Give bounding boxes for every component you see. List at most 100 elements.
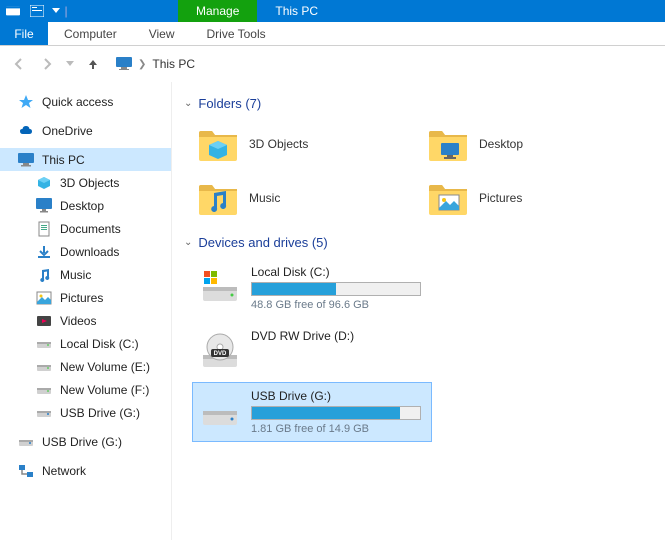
drive-item-dvd-rw-drive-d-[interactable]: DVD DVD RW Drive (D:) <box>192 322 432 378</box>
drive-name: USB Drive (G:) <box>251 389 425 403</box>
file-tab[interactable]: File <box>0 22 48 45</box>
drive-capacity-bar <box>251 282 421 296</box>
ribbon-tabs: File Computer View Drive Tools <box>0 22 665 46</box>
folder-label: Desktop <box>479 137 523 151</box>
3d-folder-icon <box>197 123 239 165</box>
folders-header-text: Folders (7) <box>198 96 261 111</box>
folder-item-music[interactable]: Music <box>192 173 412 223</box>
doc-icon <box>36 221 52 237</box>
folder-item-desktop[interactable]: Desktop <box>422 119 642 169</box>
folder-label: 3D Objects <box>249 137 308 151</box>
title-bar: | Manage This PC <box>0 0 665 22</box>
pc-icon <box>18 152 34 168</box>
forward-button[interactable] <box>36 53 58 75</box>
nav-item-label: Network <box>42 464 86 478</box>
nav-item-label: Local Disk (C:) <box>60 337 139 351</box>
nav-item-new-volume-e-[interactable]: New Volume (E:) <box>0 355 171 378</box>
nav-item-label: Quick access <box>42 95 113 109</box>
breadcrumb-this-pc[interactable]: This PC <box>152 57 195 71</box>
navigation-bar: ❯ This PC <box>0 46 665 82</box>
nav-item-usb-drive-g-[interactable]: USB Drive (G:) <box>0 401 171 424</box>
group-header-drives[interactable]: ⌄ Devices and drives (5) <box>184 235 653 250</box>
nav-item-this-pc[interactable]: This PC <box>0 148 171 171</box>
drive-free-text: 1.81 GB free of 14.9 GB <box>251 423 425 435</box>
drive-item-usb-drive-g-[interactable]: USB Drive (G:) 1.81 GB free of 14.9 GB <box>192 382 432 442</box>
star-icon <box>18 94 34 110</box>
desktop-folder-icon <box>427 123 469 165</box>
drive-name: Local Disk (C:) <box>251 265 425 279</box>
drive-capacity-fill <box>252 283 336 295</box>
chevron-down-icon: ⌄ <box>184 237 192 248</box>
disk-icon <box>36 382 52 398</box>
nav-item-documents[interactable]: Documents <box>0 217 171 240</box>
disk-icon <box>36 359 52 375</box>
ribbon-tab-drive-tools[interactable]: Drive Tools <box>190 22 281 45</box>
address-bar[interactable]: ❯ This PC <box>110 52 657 76</box>
windisk-icon <box>199 265 241 307</box>
drive-capacity-fill <box>252 407 400 419</box>
nav-item-label: 3D Objects <box>60 176 119 190</box>
chevron-right-icon[interactable]: ❯ <box>138 59 146 70</box>
cloud-icon <box>18 123 34 139</box>
recent-locations-dropdown[interactable] <box>64 53 76 75</box>
disk-icon <box>36 336 52 352</box>
down-icon <box>36 244 52 260</box>
qat-dropdown-icon[interactable] <box>50 0 62 22</box>
nav-item-pictures[interactable]: Pictures <box>0 286 171 309</box>
qat-separator: | <box>64 0 68 22</box>
ribbon-tab-computer[interactable]: Computer <box>48 22 133 45</box>
drive-info: Local Disk (C:) 48.8 GB free of 96.6 GB <box>251 265 425 311</box>
drives-header-text: Devices and drives (5) <box>198 235 327 250</box>
nav-item-downloads[interactable]: Downloads <box>0 240 171 263</box>
music-icon <box>36 267 52 283</box>
nav-item-local-disk-c-[interactable]: Local Disk (C:) <box>0 332 171 355</box>
3d-icon <box>36 175 52 191</box>
ribbon-tab-view[interactable]: View <box>133 22 191 45</box>
app-icon <box>2 0 24 22</box>
usb-icon <box>18 434 34 450</box>
nav-item-3d-objects[interactable]: 3D Objects <box>0 171 171 194</box>
back-button[interactable] <box>8 53 30 75</box>
usb-icon <box>199 389 241 431</box>
pc-icon <box>116 57 132 71</box>
nav-item-label: Documents <box>60 222 121 236</box>
nav-item-label: Music <box>60 268 91 282</box>
nav-item-onedrive[interactable]: OneDrive <box>0 119 171 142</box>
pic-icon <box>36 290 52 306</box>
contextual-tab-manage[interactable]: Manage <box>178 0 257 22</box>
nav-item-label: USB Drive (G:) <box>60 406 140 420</box>
drive-item-local-disk-c-[interactable]: Local Disk (C:) 48.8 GB free of 96.6 GB <box>192 258 432 318</box>
nav-item-new-volume-f-[interactable]: New Volume (F:) <box>0 378 171 401</box>
group-header-folders[interactable]: ⌄ Folders (7) <box>184 96 653 111</box>
drive-info: DVD RW Drive (D:) <box>251 329 425 371</box>
nav-item-label: New Volume (F:) <box>60 383 149 397</box>
folder-label: Pictures <box>479 191 522 205</box>
folder-item-3d-objects[interactable]: 3D Objects <box>192 119 412 169</box>
usb-icon <box>36 405 52 421</box>
nav-item-label: Downloads <box>60 245 119 259</box>
nav-item-videos[interactable]: Videos <box>0 309 171 332</box>
music-folder-icon <box>197 177 239 219</box>
qat-properties-icon[interactable] <box>26 0 48 22</box>
nav-item-network[interactable]: Network <box>0 459 171 482</box>
drive-free-text: 48.8 GB free of 96.6 GB <box>251 299 425 311</box>
drive-name: DVD RW Drive (D:) <box>251 329 425 343</box>
nav-item-label: This PC <box>42 153 85 167</box>
nav-item-usb-drive-g-[interactable]: USB Drive (G:) <box>0 430 171 453</box>
nav-item-quick-access[interactable]: Quick access <box>0 90 171 113</box>
folder-label: Music <box>249 191 280 205</box>
svg-text:DVD: DVD <box>214 351 227 357</box>
pic-folder-icon <box>427 177 469 219</box>
nav-item-label: New Volume (E:) <box>60 360 150 374</box>
drive-info: USB Drive (G:) 1.81 GB free of 14.9 GB <box>251 389 425 435</box>
window-title: This PC <box>257 0 336 22</box>
quick-access-toolbar: | <box>0 0 68 22</box>
nav-item-desktop[interactable]: Desktop <box>0 194 171 217</box>
navigation-pane: Quick access OneDrive This PC 3D Objects Des… <box>0 82 172 540</box>
nav-item-label: Pictures <box>60 291 103 305</box>
folder-item-pictures[interactable]: Pictures <box>422 173 642 223</box>
nav-item-music[interactable]: Music <box>0 263 171 286</box>
up-button[interactable] <box>82 53 104 75</box>
nav-item-label: USB Drive (G:) <box>42 435 122 449</box>
chevron-down-icon: ⌄ <box>184 98 192 109</box>
